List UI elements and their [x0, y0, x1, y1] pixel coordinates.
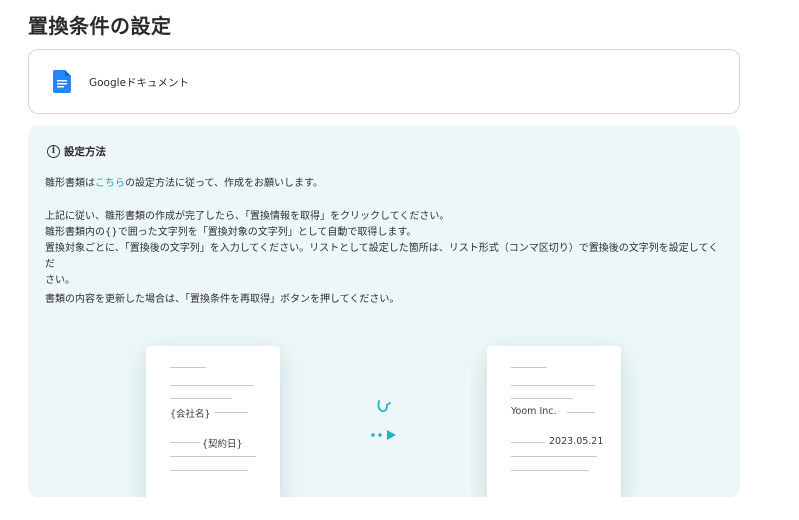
instruction-paragraph-2: 上記に従い、雛形書類の作成が完了したら、「置換情報を取得」をクリックしてください… — [45, 211, 719, 286]
app-card[interactable]: Googleドキュメント — [28, 49, 740, 114]
placeholder-company: {会社名} — [170, 409, 211, 420]
page-title: 置換条件の設定 — [28, 14, 172, 38]
result-document-illustration: Yoom Inc. 2023.05.21 — [487, 346, 621, 497]
instruction-paragraph-1: 雛形書類はこちらの設定方法に従って、作成をお願いします。 — [45, 178, 323, 189]
instructions-title: 設定方法 — [64, 146, 106, 158]
app-name: Googleドキュメント — [89, 77, 190, 89]
instruction-paragraph-3: 書類の内容を更新した場合は、「置換条件を再取得」ボタンを押してください。 — [45, 294, 400, 305]
replaced-company: Yoom Inc. — [511, 406, 557, 417]
google-docs-icon — [53, 70, 71, 93]
replaced-date: 2023.05.21 — [549, 436, 604, 447]
template-document-illustration: {会社名} {契約日} — [146, 346, 280, 497]
instructions-panel: i 設定方法 雛形書類はこちらの設定方法に従って、作成をお願いします。 上記に従… — [28, 125, 740, 497]
info-icon: i — [47, 145, 60, 158]
placeholder-date: {契約日} — [202, 439, 243, 450]
instructions-header: i 設定方法 — [47, 144, 106, 159]
template-link[interactable]: こちら — [95, 178, 125, 189]
replace-arrow-icon — [371, 400, 396, 440]
